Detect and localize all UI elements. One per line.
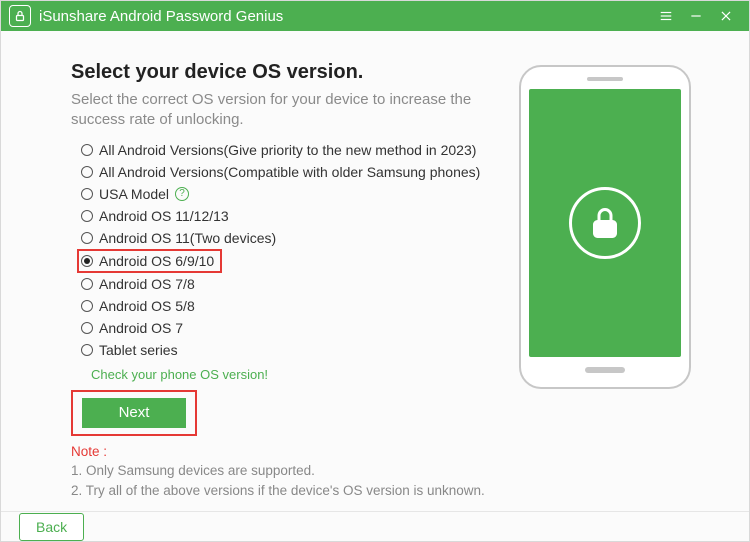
os-option-0[interactable]: All Android Versions(Give priority to th… [81, 139, 499, 161]
svg-text:G: G [601, 225, 609, 237]
next-button[interactable]: Next [82, 398, 186, 428]
os-option-label: USA Model [99, 186, 169, 202]
phone-screen: G [529, 89, 681, 357]
os-option-label: All Android Versions(Give priority to th… [99, 142, 476, 158]
os-option-label: Android OS 7 [99, 320, 183, 336]
page-heading: Select your device OS version. [71, 61, 499, 84]
page-subheading: Select the correct OS version for your d… [71, 90, 491, 131]
footer-bar: Back [1, 511, 749, 541]
radio-icon [81, 278, 93, 290]
os-option-5[interactable]: Android OS 6/9/10 [77, 249, 222, 273]
os-option-label: Tablet series [99, 342, 178, 358]
os-option-label: Android OS 7/8 [99, 276, 195, 292]
os-option-label: All Android Versions(Compatible with old… [99, 164, 480, 180]
lock-circle-icon: G [569, 187, 641, 259]
check-os-link[interactable]: Check your phone OS version! [91, 367, 499, 382]
os-option-1[interactable]: All Android Versions(Compatible with old… [81, 161, 499, 183]
menu-button[interactable] [651, 1, 681, 31]
app-logo-icon [9, 5, 31, 27]
os-option-6[interactable]: Android OS 7/8 [81, 273, 499, 295]
radio-icon [81, 322, 93, 334]
os-option-label: Android OS 11(Two devices) [99, 230, 276, 246]
radio-icon [81, 255, 93, 267]
left-column: Select your device OS version. Select th… [71, 61, 519, 501]
os-option-9[interactable]: Tablet series [81, 339, 499, 361]
os-option-label: Android OS 6/9/10 [99, 253, 214, 269]
minimize-button[interactable] [681, 1, 711, 31]
note-line-2: 2. Try all of the above versions if the … [71, 481, 499, 501]
note-line-1: 1. Only Samsung devices are supported. [71, 461, 499, 481]
right-column: G [519, 61, 709, 501]
app-window: iSunshare Android Password Genius Select… [0, 0, 750, 542]
help-icon[interactable]: ? [175, 187, 189, 201]
radio-icon [81, 300, 93, 312]
note-label: Note : [71, 444, 499, 459]
radio-icon [81, 144, 93, 156]
radio-icon [81, 188, 93, 200]
radio-icon [81, 344, 93, 356]
os-option-4[interactable]: Android OS 11(Two devices) [81, 227, 499, 249]
radio-icon [81, 232, 93, 244]
os-option-8[interactable]: Android OS 7 [81, 317, 499, 339]
os-option-label: Android OS 11/12/13 [99, 208, 229, 224]
radio-icon [81, 210, 93, 222]
os-option-7[interactable]: Android OS 5/8 [81, 295, 499, 317]
main-content: Select your device OS version. Select th… [1, 31, 749, 511]
os-option-label: Android OS 5/8 [99, 298, 195, 314]
title-bar: iSunshare Android Password Genius [1, 1, 749, 31]
back-button[interactable]: Back [19, 513, 84, 541]
os-option-2[interactable]: USA Model? [81, 183, 499, 205]
phone-earpiece [587, 77, 623, 81]
next-button-highlight: Next [71, 390, 197, 436]
radio-icon [81, 166, 93, 178]
note-block: Note : 1. Only Samsung devices are suppo… [71, 444, 499, 502]
close-button[interactable] [711, 1, 741, 31]
app-title: iSunshare Android Password Genius [39, 8, 283, 25]
phone-home-button [585, 367, 625, 373]
os-option-3[interactable]: Android OS 11/12/13 [81, 205, 499, 227]
phone-illustration: G [519, 65, 691, 389]
os-options-list: All Android Versions(Give priority to th… [81, 139, 499, 361]
